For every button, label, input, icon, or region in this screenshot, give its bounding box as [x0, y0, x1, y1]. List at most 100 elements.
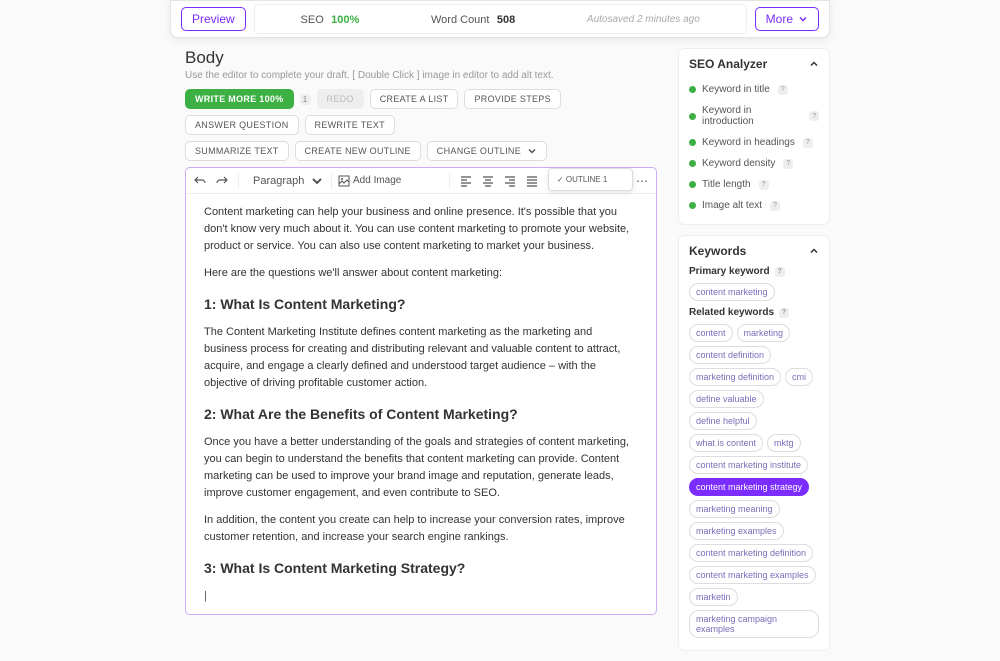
- keyword-tag[interactable]: what is content: [689, 434, 763, 452]
- chevron-up-icon: [809, 59, 819, 69]
- keyword-tag[interactable]: mktg: [767, 434, 801, 452]
- keywords-panel-title: Keywords: [689, 244, 746, 258]
- seo-metric: SEO 100%: [301, 12, 360, 26]
- write-badge: 1: [300, 94, 311, 105]
- image-icon: [338, 175, 350, 187]
- keyword-tag[interactable]: marketing: [737, 324, 791, 342]
- seo-panel-header[interactable]: SEO Analyzer: [689, 57, 819, 71]
- align-right-icon[interactable]: [500, 171, 520, 191]
- info-icon: ?: [783, 159, 793, 169]
- keyword-tag[interactable]: content marketing strategy: [689, 478, 809, 496]
- chevron-down-icon: [527, 146, 537, 156]
- section-subtitle: Use the editor to complete your draft. […: [185, 70, 657, 81]
- more-options-icon[interactable]: ⋯: [632, 171, 652, 191]
- related-keywords-label: Related keywords ?: [689, 307, 819, 318]
- keywords-panel: Keywords Primary keyword ? content marke…: [678, 235, 830, 651]
- seo-item: Keyword in introduction?: [689, 100, 819, 132]
- action-row-2: SUMMARIZE TEXT CREATE NEW OUTLINE CHANGE…: [185, 141, 657, 161]
- outline-dropdown[interactable]: ✓ OUTLINE 1: [548, 168, 633, 191]
- paragraph: In addition, the content you create can …: [204, 512, 638, 546]
- info-icon: ?: [778, 85, 788, 95]
- status-dot-icon: [689, 181, 696, 188]
- keyword-tag[interactable]: marketing examples: [689, 522, 784, 540]
- right-sidebar: SEO Analyzer Keyword in title?Keyword in…: [678, 48, 830, 661]
- create-new-outline-button[interactable]: CREATE NEW OUTLINE: [295, 141, 421, 161]
- status-dot-icon: [689, 86, 696, 93]
- divider: [331, 173, 332, 189]
- chevron-up-icon: [809, 246, 819, 256]
- align-center-icon[interactable]: [478, 171, 498, 191]
- autosave-text: Autosaved 2 minutes ago: [587, 14, 700, 25]
- keyword-tag[interactable]: define helpful: [689, 412, 757, 430]
- keywords-panel-header[interactable]: Keywords: [689, 244, 819, 258]
- seo-panel-title: SEO Analyzer: [689, 57, 767, 71]
- seo-item-label: Keyword in title: [702, 84, 770, 95]
- keyword-tag[interactable]: content marketing definition: [689, 544, 813, 562]
- keyword-tag[interactable]: content marketing examples: [689, 566, 816, 584]
- add-image-button[interactable]: Add Image: [338, 175, 401, 187]
- heading: 1: What Is Content Marketing?: [204, 294, 638, 316]
- editor-content[interactable]: Content marketing can help your business…: [186, 194, 656, 614]
- align-left-icon[interactable]: [456, 171, 476, 191]
- seo-item: Title length?: [689, 174, 819, 195]
- paragraph: Content marketing can help your business…: [204, 204, 638, 255]
- keyword-tag[interactable]: content marketing institute: [689, 456, 808, 474]
- wordcount-label: Word Count: [431, 14, 490, 26]
- summarize-text-button[interactable]: SUMMARIZE TEXT: [185, 141, 289, 161]
- provide-steps-button[interactable]: PROVIDE STEPS: [464, 89, 560, 109]
- keyword-tag[interactable]: marketin: [689, 588, 738, 606]
- heading: 2: What Are the Benefits of Content Mark…: [204, 404, 638, 426]
- wordcount-metric: Word Count 508: [431, 12, 515, 26]
- info-icon: ?: [770, 201, 780, 211]
- align-justify-icon[interactable]: [522, 171, 542, 191]
- keyword-tag[interactable]: cmi: [785, 368, 813, 386]
- paragraph: The Content Marketing Institute defines …: [204, 324, 638, 392]
- primary-keyword-label: Primary keyword ?: [689, 266, 819, 277]
- info-icon: ?: [803, 138, 813, 148]
- seo-item: Keyword density?: [689, 153, 819, 174]
- action-row-1: WRITE MORE 100% 1 REDO CREATE A LIST PRO…: [185, 89, 657, 135]
- status-dot-icon: [689, 202, 696, 209]
- cursor: |: [204, 588, 638, 605]
- keyword-tag[interactable]: content marketing: [689, 283, 775, 301]
- seo-analyzer-panel: SEO Analyzer Keyword in title?Keyword in…: [678, 48, 830, 225]
- keyword-tag[interactable]: content: [689, 324, 733, 342]
- divider: [238, 173, 239, 189]
- more-label: More: [766, 12, 793, 26]
- primary-keyword-tags: content marketing: [689, 283, 819, 301]
- rewrite-text-button[interactable]: REWRITE TEXT: [305, 115, 395, 135]
- paragraph: Once you have a better understanding of …: [204, 434, 638, 502]
- keyword-tag[interactable]: content definition: [689, 346, 771, 364]
- chevron-down-icon: [798, 14, 808, 24]
- paragraph: Here are the questions we'll answer abou…: [204, 265, 638, 282]
- paragraph-select[interactable]: Paragraph: [245, 172, 325, 190]
- undo-icon[interactable]: [190, 171, 210, 191]
- keyword-tag[interactable]: marketing meaning: [689, 500, 780, 518]
- keyword-tag[interactable]: marketing definition: [689, 368, 781, 386]
- info-icon: ?: [809, 111, 819, 121]
- seo-item: Image alt text?: [689, 195, 819, 216]
- outline-option-1[interactable]: ✓ OUTLINE 1: [557, 175, 624, 184]
- divider: [449, 173, 450, 189]
- status-dot-icon: [689, 139, 696, 146]
- redo-button: REDO: [317, 89, 364, 109]
- answer-question-button[interactable]: ANSWER QUESTION: [185, 115, 299, 135]
- preview-button[interactable]: Preview: [181, 7, 246, 31]
- change-outline-label: CHANGE OUTLINE: [437, 146, 521, 156]
- add-image-label: Add Image: [353, 175, 401, 186]
- keyword-tag[interactable]: marketing campaign examples: [689, 610, 819, 638]
- keyword-tag[interactable]: define valuable: [689, 390, 764, 408]
- info-icon: ?: [779, 308, 789, 318]
- redo-icon[interactable]: [212, 171, 232, 191]
- change-outline-button[interactable]: CHANGE OUTLINE: [427, 141, 547, 161]
- more-button[interactable]: More: [755, 7, 819, 31]
- metrics-bar: SEO 100% Word Count 508 Autosaved 2 minu…: [254, 4, 747, 34]
- heading: 3: What Is Content Marketing Strategy?: [204, 558, 638, 580]
- seo-item-label: Keyword density: [702, 158, 775, 169]
- create-list-button[interactable]: CREATE A LIST: [370, 89, 459, 109]
- write-more-button[interactable]: WRITE MORE 100%: [185, 89, 294, 109]
- status-dot-icon: [689, 113, 696, 120]
- seo-label: SEO: [301, 14, 324, 26]
- seo-item: Keyword in headings?: [689, 132, 819, 153]
- seo-item: Keyword in title?: [689, 79, 819, 100]
